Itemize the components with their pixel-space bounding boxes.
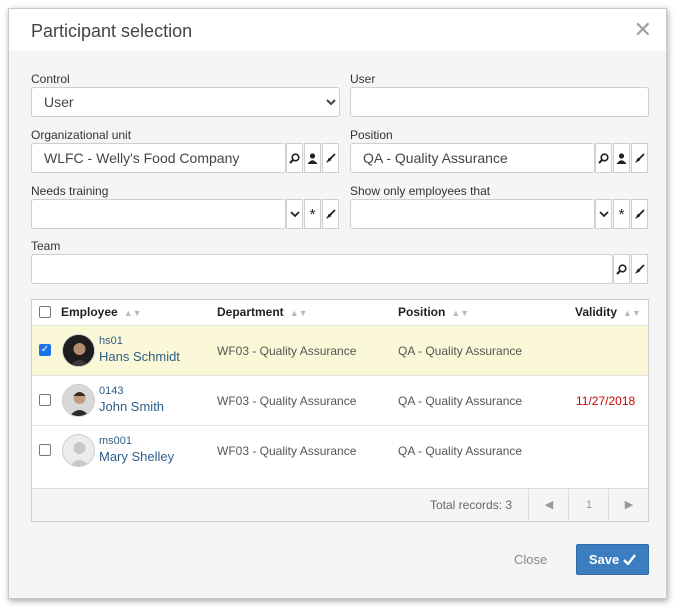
asterisk-icon[interactable]: * bbox=[613, 199, 630, 229]
department-cell: WF03 - Quality Assurance bbox=[217, 394, 357, 408]
position-label: Position bbox=[350, 128, 393, 142]
sort-icon[interactable]: ▲▼ bbox=[124, 308, 142, 318]
team-field[interactable] bbox=[31, 254, 613, 284]
avatar bbox=[62, 434, 95, 467]
employee-code: ms001 bbox=[99, 435, 133, 447]
save-button[interactable]: Save bbox=[576, 544, 649, 575]
search-icon[interactable] bbox=[613, 254, 630, 284]
employee-code: 0143 bbox=[99, 385, 124, 397]
chevron-down-icon[interactable] bbox=[595, 199, 612, 229]
row-checkbox[interactable] bbox=[39, 444, 51, 456]
column-header-employee[interactable]: Employee ▲▼ bbox=[61, 300, 142, 324]
employee-code: hs01 bbox=[99, 335, 123, 347]
position-cell: QA - Quality Assurance bbox=[398, 344, 523, 358]
user-label: User bbox=[350, 72, 376, 86]
dialog-title: Participant selection bbox=[31, 21, 193, 41]
select-all-checkbox[interactable] bbox=[39, 306, 51, 318]
user-field[interactable] bbox=[350, 87, 649, 117]
eraser-icon[interactable] bbox=[631, 199, 648, 229]
pager-prev-button[interactable]: ◀ bbox=[528, 489, 569, 520]
team-label: Team bbox=[31, 239, 61, 253]
eraser-icon[interactable] bbox=[322, 199, 339, 229]
eraser-icon[interactable] bbox=[631, 254, 648, 284]
search-icon[interactable] bbox=[595, 143, 612, 173]
dialog-header: Participant selection ✕ bbox=[9, 9, 666, 51]
participant-selection-dialog: Participant selection ✕ Control User Use… bbox=[8, 8, 667, 599]
employee-table: Employee ▲▼ Department ▲▼ Position ▲▼ Valid… bbox=[31, 299, 649, 522]
table-row[interactable]: ms001 Mary Shelley WF03 - Quality Assura… bbox=[32, 425, 648, 475]
needs-training-field[interactable] bbox=[31, 199, 286, 229]
position-field[interactable]: QA - Quality Assurance bbox=[350, 143, 595, 173]
checkmark-icon bbox=[623, 554, 637, 565]
avatar bbox=[62, 334, 95, 367]
show-only-field[interactable] bbox=[350, 199, 595, 229]
row-checkbox[interactable]: ✓ bbox=[39, 344, 51, 356]
eraser-icon[interactable] bbox=[322, 143, 339, 173]
control-label: Control bbox=[31, 72, 70, 86]
page-number: 1 bbox=[585, 498, 593, 511]
employee-name[interactable]: Hans Schmidt bbox=[99, 349, 180, 364]
position-cell: QA - Quality Assurance bbox=[398, 394, 523, 408]
sort-icon[interactable]: ▲▼ bbox=[623, 308, 641, 318]
search-icon[interactable] bbox=[286, 143, 303, 173]
column-label: Employee bbox=[61, 305, 118, 319]
department-cell: WF03 - Quality Assurance bbox=[217, 344, 357, 358]
employee-name[interactable]: Mary Shelley bbox=[99, 449, 174, 464]
chevron-right-icon: ▶ bbox=[624, 499, 634, 511]
department-cell: WF03 - Quality Assurance bbox=[217, 444, 357, 458]
column-header-department[interactable]: Department ▲▼ bbox=[217, 300, 308, 324]
sort-icon[interactable]: ▲▼ bbox=[451, 308, 469, 318]
show-only-label: Show only employees that bbox=[350, 184, 491, 198]
total-records: Total records: 3 bbox=[430, 498, 513, 512]
chevron-down-icon[interactable] bbox=[286, 199, 303, 229]
column-header-position[interactable]: Position ▲▼ bbox=[398, 300, 469, 324]
row-checkbox[interactable] bbox=[39, 394, 51, 406]
table-row[interactable]: 0143 John Smith WF03 - Quality Assurance… bbox=[32, 375, 648, 425]
save-label: Save bbox=[588, 552, 620, 567]
column-label: Department bbox=[217, 305, 284, 319]
column-label: Validity bbox=[575, 305, 618, 319]
pager-next-button[interactable]: ▶ bbox=[608, 489, 649, 520]
close-button[interactable]: Close bbox=[514, 552, 547, 567]
org-unit-field[interactable]: WLFC - Welly's Food Company bbox=[31, 143, 286, 173]
asterisk-icon[interactable]: * bbox=[304, 199, 321, 229]
chevron-left-icon: ◀ bbox=[544, 499, 554, 511]
column-label: Position bbox=[398, 305, 446, 319]
position-cell: QA - Quality Assurance bbox=[398, 444, 523, 458]
table-row[interactable]: ✓ hs01 Hans Schmidt WF03 - Quality Assur… bbox=[32, 325, 648, 375]
pager-page-number[interactable]: 1 bbox=[568, 489, 609, 520]
avatar bbox=[62, 384, 95, 417]
org-unit-label: Organizational unit bbox=[31, 128, 132, 142]
needs-training-label: Needs training bbox=[31, 184, 109, 198]
close-icon[interactable]: ✕ bbox=[634, 17, 652, 43]
table-footer: Total records: 3 ◀ 1 ▶ bbox=[32, 488, 648, 521]
person-icon[interactable] bbox=[613, 143, 630, 173]
sort-icon[interactable]: ▲▼ bbox=[290, 308, 308, 318]
validity-cell: 11/27/2018 bbox=[576, 394, 636, 408]
eraser-icon[interactable] bbox=[631, 143, 648, 173]
control-select[interactable]: User bbox=[31, 87, 340, 117]
person-icon[interactable] bbox=[304, 143, 321, 173]
column-header-validity[interactable]: Validity ▲▼ bbox=[575, 300, 641, 324]
employee-name[interactable]: John Smith bbox=[99, 399, 164, 414]
